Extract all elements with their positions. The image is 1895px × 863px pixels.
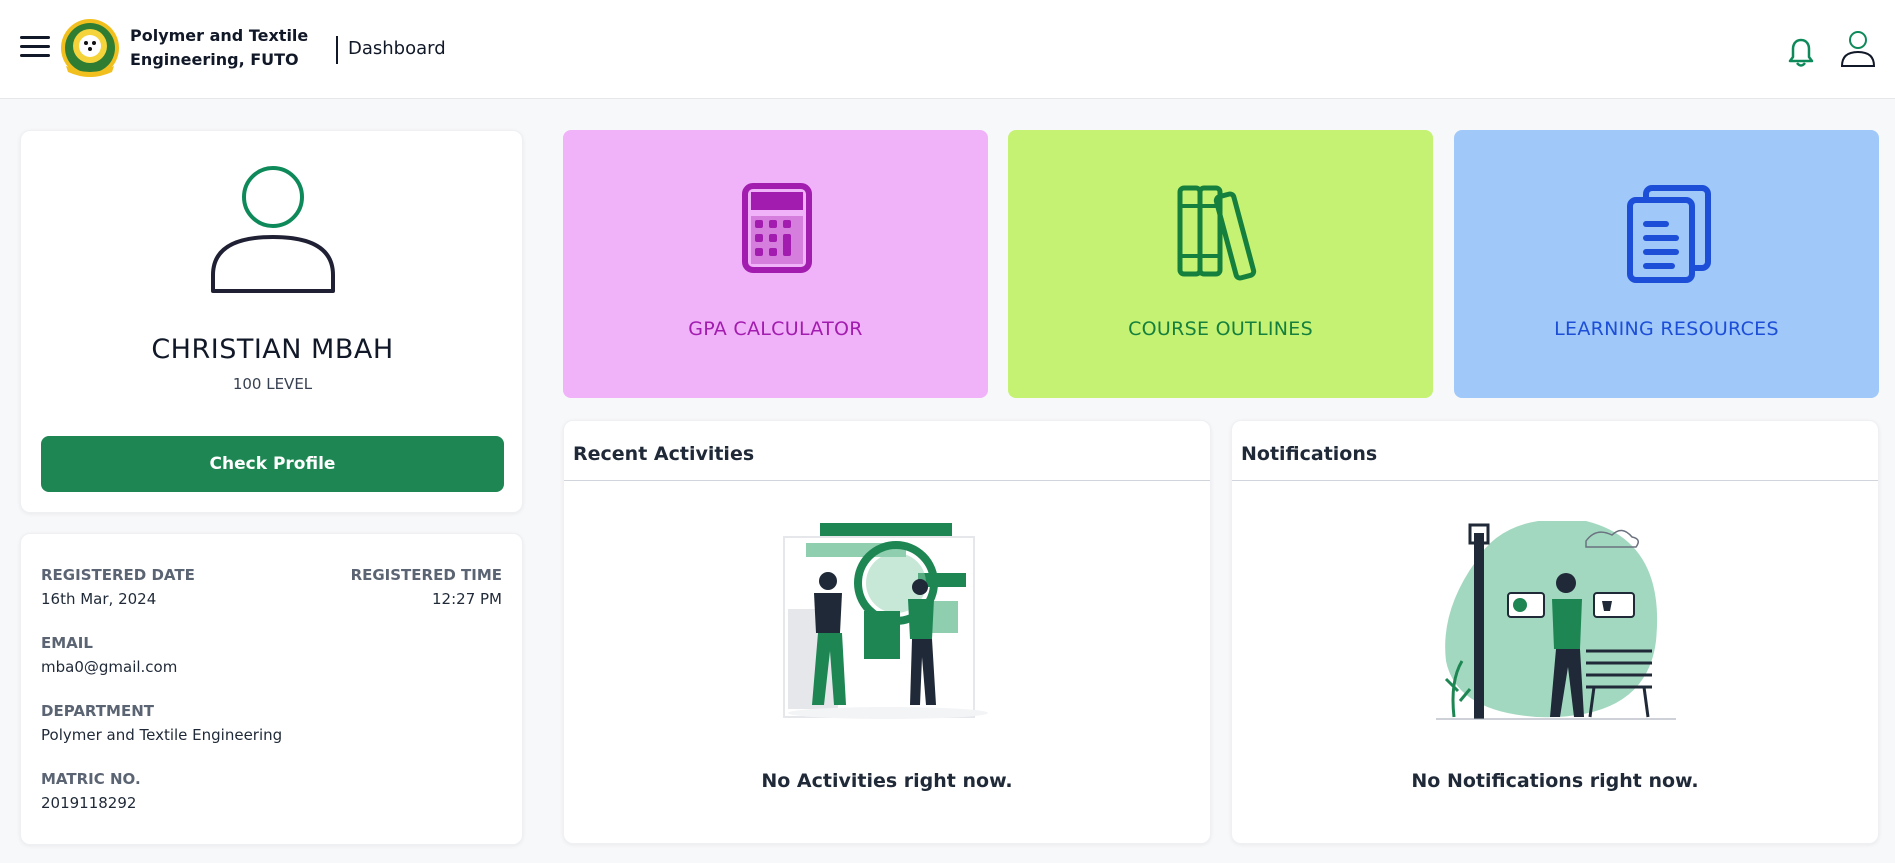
panel-header: Recent Activities	[564, 421, 1210, 481]
brand-name: Polymer and Textile Engineering, FUTO	[130, 26, 309, 69]
student-name: CHRISTIAN MBAH	[151, 334, 394, 365]
department-label: DEPARTMENT	[41, 702, 154, 720]
registered-date-label: REGISTERED DATE	[41, 566, 195, 584]
department-logo	[61, 19, 119, 77]
matric-value: 2019118292	[41, 794, 137, 812]
student-details-card: REGISTERED DATE 16th Mar, 2024 REGISTERE…	[20, 533, 523, 845]
top-bar: Polymer and Textile Engineering, FUTO Da…	[0, 0, 1895, 99]
student-level: 100 LEVEL	[232, 375, 313, 393]
check-profile-button[interactable]: Check Profile	[41, 436, 504, 492]
notifications-panel: Notifications No Notifications right now…	[1231, 420, 1879, 844]
documents-icon	[1627, 185, 1711, 283]
divider	[336, 36, 338, 64]
menu-icon[interactable]	[20, 36, 50, 60]
calculator-icon	[742, 183, 812, 273]
empty-notifications-illustration	[1436, 521, 1676, 720]
registered-time-value: 12:27 PM	[432, 590, 502, 608]
email-label: EMAIL	[41, 634, 93, 652]
empty-activities-illustration	[783, 523, 988, 719]
empty-state-message: No Notifications right now.	[1411, 770, 1699, 792]
tile-label: COURSE OUTLINES	[1128, 318, 1313, 340]
panel-header: Notifications	[1232, 421, 1878, 481]
recent-activities-panel: Recent Activities No Activities right no…	[563, 420, 1211, 844]
course-outlines-tile[interactable]: COURSE OUTLINES	[1008, 130, 1433, 398]
learning-resources-tile[interactable]: LEARNING RESOURCES	[1454, 130, 1879, 398]
user-icon[interactable]	[1838, 28, 1878, 68]
profile-card: CHRISTIAN MBAH 100 LEVEL Check Profile	[20, 130, 523, 513]
registered-date-value: 16th Mar, 2024	[41, 590, 157, 608]
avatar-icon	[211, 166, 335, 293]
tile-label: GPA CALCULATOR	[688, 318, 863, 340]
registered-time-label: REGISTERED TIME	[350, 566, 502, 584]
email-value: mba0@gmail.com	[41, 658, 178, 676]
panel-title: Notifications	[1241, 443, 1378, 465]
books-icon	[1177, 185, 1257, 281]
bell-icon[interactable]	[1786, 36, 1816, 68]
matric-label: MATRIC NO.	[41, 770, 141, 788]
empty-state-message: No Activities right now.	[761, 770, 1013, 792]
page-title: Dashboard	[348, 38, 446, 59]
gpa-calculator-tile[interactable]: GPA CALCULATOR	[563, 130, 988, 398]
panel-title: Recent Activities	[573, 443, 755, 465]
department-value: Polymer and Textile Engineering	[41, 726, 283, 744]
tile-label: LEARNING RESOURCES	[1554, 318, 1779, 340]
